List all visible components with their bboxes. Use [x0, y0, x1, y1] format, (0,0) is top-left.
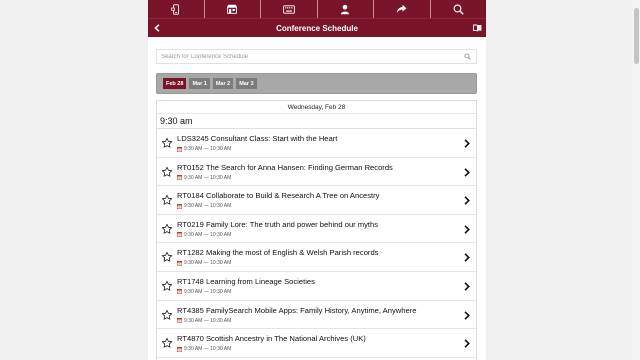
session-title: RT1748 Learning from Lineage Societies — [177, 276, 315, 286]
session-title: RT4385 FamilySearch Mobile Apps: Family … — [177, 305, 417, 315]
session-time: 9:30 AM — 10:30 AM — [177, 318, 231, 324]
keyboard-icon — [282, 4, 295, 14]
clock-icon — [177, 346, 182, 352]
session-time: 9:30 AM — 10:30 AM — [177, 175, 231, 181]
day-header: Wednesday, Feb 28 — [157, 101, 476, 114]
nav-keyboard-button[interactable] — [260, 0, 317, 18]
session-time-text: 9:30 AM — 10:30 AM — [184, 288, 232, 295]
session-time: 9:30 AM — 10:30 AM — [177, 260, 231, 266]
session-row[interactable]: RT1748 Learning from Lineage Societies 9:… — [157, 272, 476, 301]
star-icon[interactable] — [161, 223, 173, 235]
session-row[interactable]: LDS3245 Consultant Class: Start with the… — [157, 129, 476, 158]
session-time-text: 9:30 AM — 10:30 AM — [184, 260, 232, 267]
nav-user-button[interactable] — [316, 0, 374, 18]
clock-icon — [177, 175, 182, 181]
chevron-right-icon[interactable] — [464, 167, 470, 177]
chevron-right-icon[interactable] — [464, 225, 470, 234]
session-row[interactable]: RT4385 FamilySearch Mobile Apps: Family … — [157, 301, 476, 330]
phone-icon — [170, 3, 179, 15]
clock-icon — [177, 289, 182, 295]
chevron-right-icon[interactable] — [464, 282, 470, 291]
session-time: 9:30 AM — 10:30 AM — [177, 203, 231, 209]
chevron-right-icon[interactable] — [464, 139, 470, 148]
tab-mar-3[interactable]: Mar 3 — [236, 78, 257, 89]
session-row[interactable]: RT0184 Collaborate to Build & Research A… — [157, 186, 476, 215]
session-time-text: 9:30 AM — 10:30 AM — [184, 146, 232, 152]
session-time-text: 9:30 AM — 10:30 AM — [184, 203, 232, 210]
bookmark-button[interactable] — [468, 19, 486, 37]
session-row[interactable]: RT0152 The Search for Anna Hansen: Findi… — [157, 158, 476, 187]
sessions-container: LDS3245 Consultant Class: Start with the… — [157, 129, 476, 358]
session-row[interactable]: RT4870 Scottish Ancestry in The National… — [157, 329, 476, 358]
clock-icon — [177, 232, 182, 238]
session-time: 9:30 AM — 10:30 AM — [177, 346, 231, 352]
back-arrow-icon — [154, 24, 160, 32]
session-title: RT4870 Scottish Ancestry in The National… — [177, 334, 366, 344]
nav-store-button[interactable] — [203, 0, 261, 18]
search-input[interactable] — [161, 53, 464, 60]
search-icon — [453, 4, 464, 15]
clock-icon — [177, 146, 182, 152]
nav-phone-button[interactable] — [148, 0, 204, 18]
tab-feb-28[interactable]: Feb 28 — [163, 78, 187, 89]
session-row[interactable]: RT1282 Making the most of English & Wels… — [157, 243, 476, 272]
star-icon[interactable] — [161, 194, 173, 206]
title-bar: Conference Schedule — [148, 18, 486, 37]
book-icon — [472, 24, 481, 32]
star-icon[interactable] — [161, 166, 173, 178]
app-frame: Conference Schedule Feb 28 Mar 1 Mar 2 M… — [148, 0, 486, 360]
session-time-text: 9:30 AM — 10:30 AM — [184, 317, 232, 324]
session-time: 9:30 AM — 10:30 AM — [177, 289, 231, 295]
chevron-right-icon[interactable] — [464, 339, 470, 348]
top-nav — [148, 0, 486, 18]
store-icon — [227, 4, 238, 14]
search-bar[interactable] — [156, 49, 477, 64]
star-icon[interactable] — [161, 137, 173, 149]
session-time: 9:30 AM — 10:30 AM — [177, 232, 231, 238]
session-row[interactable]: RT0219 Family Lore: The truth and power … — [157, 215, 476, 244]
session-time-text: 9:30 AM — 10:30 AM — [184, 231, 232, 238]
star-icon[interactable] — [161, 309, 173, 321]
nav-share-button[interactable] — [373, 0, 430, 18]
share-icon — [397, 4, 407, 13]
page-title: Conference Schedule — [276, 23, 358, 33]
session-title: RT0184 Collaborate to Build & Research A… — [177, 191, 380, 201]
tab-mar-1[interactable]: Mar 1 — [189, 78, 210, 89]
scrollbar-thumb[interactable] — [634, 8, 639, 64]
session-title: RT1282 Making the most of English & Wels… — [177, 248, 379, 258]
session-time: 9:30 AM — 10:30 AM — [177, 146, 231, 152]
search-icon — [464, 53, 471, 60]
session-time-text: 9:30 AM — 10:30 AM — [184, 346, 232, 353]
session-title: LDS3245 Consultant Class: Start with the… — [177, 134, 338, 143]
star-icon[interactable] — [161, 280, 173, 292]
clock-icon — [177, 260, 182, 266]
star-icon[interactable] — [161, 337, 173, 349]
chevron-right-icon[interactable] — [464, 196, 470, 205]
time-header: 9:30 am — [157, 114, 476, 129]
chevron-right-icon[interactable] — [464, 310, 470, 320]
clock-icon — [177, 318, 182, 324]
page-scrollbar[interactable] — [632, 0, 640, 360]
session-list: Wednesday, Feb 28 9:30 am LDS3245 Consul… — [156, 100, 477, 360]
chevron-right-icon[interactable] — [464, 253, 470, 263]
nav-search-button[interactable] — [429, 0, 487, 18]
star-icon[interactable] — [161, 251, 173, 263]
tab-mar-2[interactable]: Mar 2 — [212, 78, 234, 89]
clock-icon — [177, 203, 182, 209]
session-title: RT0152 The Search for Anna Hansen: Findi… — [177, 162, 393, 172]
session-time-text: 9:30 AM — 10:30 AM — [184, 174, 232, 181]
user-icon — [341, 4, 350, 14]
date-tabs: Feb 28 Mar 1 Mar 2 Mar 3 — [156, 73, 477, 94]
session-title: RT0219 Family Lore: The truth and power … — [177, 219, 379, 229]
back-button[interactable] — [148, 19, 166, 37]
